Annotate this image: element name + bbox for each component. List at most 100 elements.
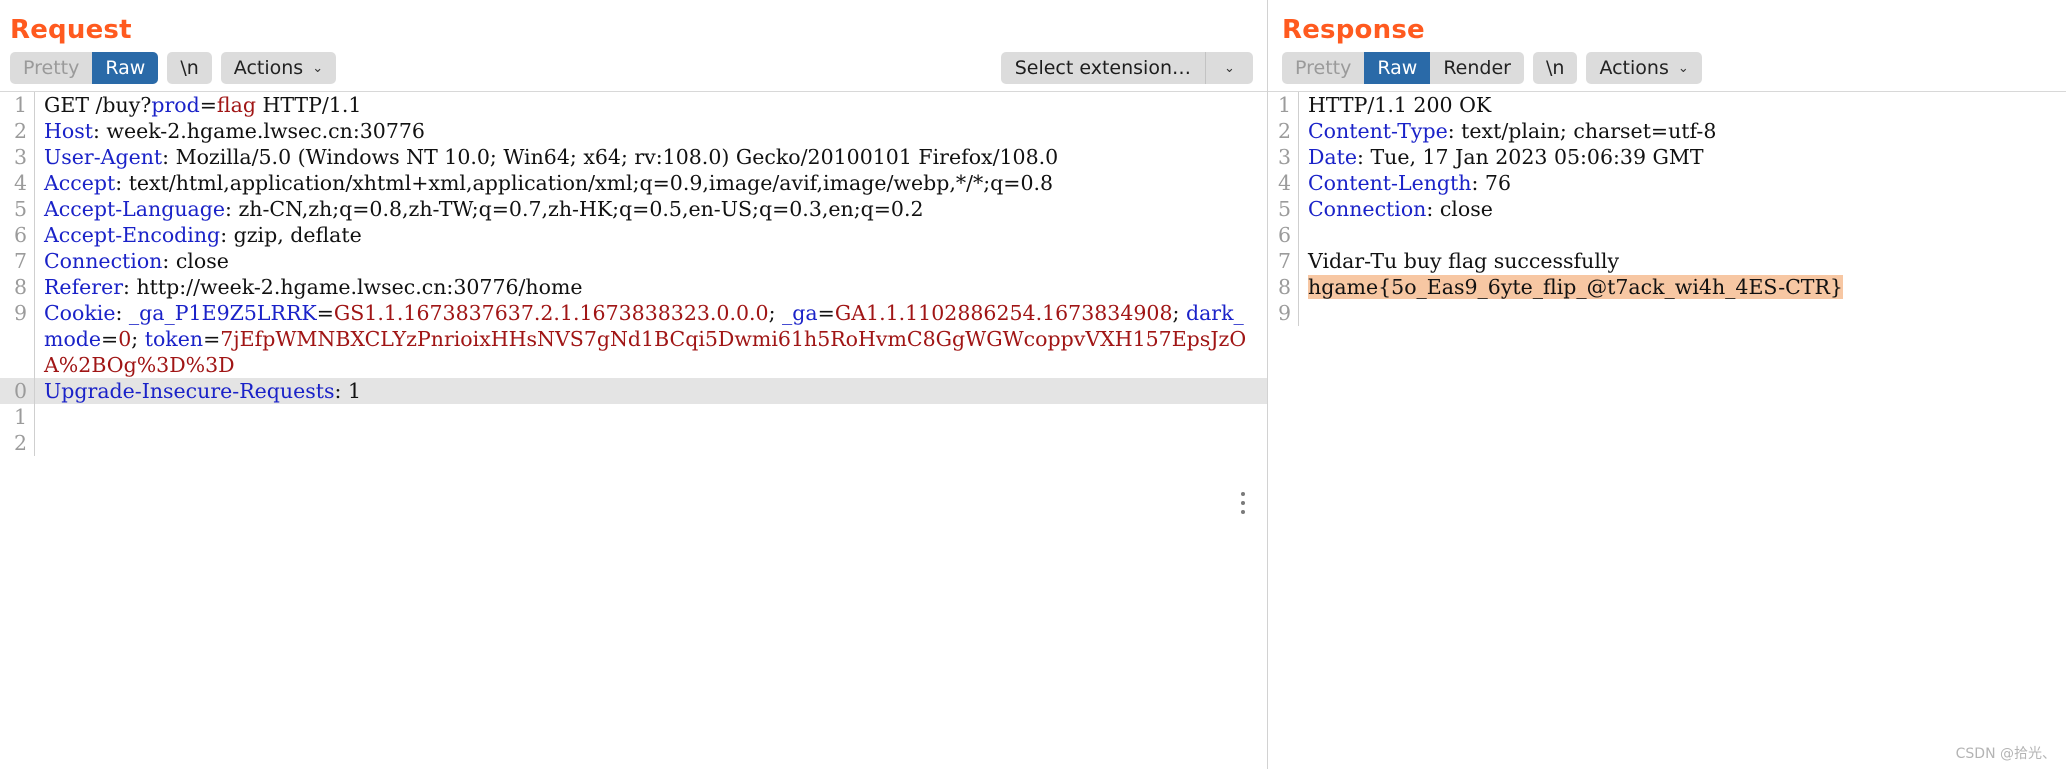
code-token: Vidar-Tu buy flag successfully <box>1308 249 1620 273</box>
code-line-text[interactable]: User-Agent: Mozilla/5.0 (Windows NT 10.0… <box>35 144 1267 170</box>
code-line-text[interactable]: Upgrade-Insecure-Requests: 1 <box>35 378 1267 404</box>
code-line-text[interactable]: Vidar-Tu buy flag successfully <box>1299 248 2066 274</box>
code-token: _ga <box>782 301 818 325</box>
code-line: 8 Referer: http://week-2.hgame.lwsec.cn:3… <box>0 274 1267 300</box>
response-actions-button[interactable]: Actions ⌄ <box>1586 52 1702 84</box>
code-line-text[interactable]: hgame{5o_Eas9_6yte_flip_@t7ack_wi4h_4ES-… <box>1299 274 2066 300</box>
code-line: 3 User-Agent: Mozilla/5.0 (Windows NT 10.… <box>0 144 1267 170</box>
code-token: _ga_P1E9Z5LRRK <box>128 301 317 325</box>
line-number: 1 <box>13 93 27 117</box>
code-line-text[interactable] <box>35 404 1267 430</box>
line-number: 2 <box>1277 119 1291 143</box>
extension-select[interactable]: Select extension… ⌄ <box>1000 52 1253 84</box>
response-panel: Response Pretty Raw Render \n Actions ⌄ … <box>1268 0 2066 769</box>
line-number: 8 <box>13 275 27 299</box>
code-line-text[interactable]: Referer: http://week-2.hgame.lwsec.cn:30… <box>35 274 1267 300</box>
line-number: 5 <box>13 197 27 221</box>
response-line-list: 1 HTTP/1.1 200 OK 2 Content-Type: text/plai… <box>1268 92 2066 326</box>
request-toolbar: Pretty Raw \n Actions ⌄ Select extension… <box>0 46 1267 91</box>
request-line-list: 1 GET /buy?prod=flag HTTP/1.1 2 Host: week-… <box>0 92 1267 456</box>
code-token: GA1.1.1102886254.1673834908 <box>834 301 1173 325</box>
response-tab-pretty[interactable]: Pretty <box>1282 52 1364 84</box>
code-line-text[interactable]: Accept: text/html,application/xhtml+xml,… <box>35 170 1267 196</box>
code-token: Connection <box>1308 197 1427 221</box>
code-line: 2 <box>0 430 1267 456</box>
request-panel-title: Request <box>10 15 132 45</box>
extension-select-value: Select extension… <box>1014 57 1191 79</box>
code-token: hgame{5o_Eas9_6yte_flip_@t7ack_wi4h_4ES-… <box>1308 275 1843 299</box>
code-line-text[interactable]: Content-Type: text/plain; charset=utf-8 <box>1299 118 2066 144</box>
code-line: 4 Content-Length: 76 <box>1268 170 2066 196</box>
response-toolbar: Pretty Raw Render \n Actions ⌄ <box>1268 46 2066 91</box>
code-line-text[interactable]: HTTP/1.1 200 OK <box>1299 92 2066 118</box>
line-number: 2 <box>13 431 27 455</box>
code-line-text[interactable]: Accept-Encoding: gzip, deflate <box>35 222 1267 248</box>
code-token: = <box>203 327 221 351</box>
code-line-text[interactable]: Connection: close <box>1299 196 2066 222</box>
code-token: Connection <box>44 249 163 273</box>
code-line: 9 Cookie: _ga_P1E9Z5LRRK=GS1.1.1673837637… <box>0 300 1267 378</box>
code-line: 5 Connection: close <box>1268 196 2066 222</box>
code-token: : text/plain; charset=utf-8 <box>1447 119 1717 143</box>
request-newline-button[interactable]: \n <box>167 52 212 84</box>
code-token: Referer <box>44 275 124 299</box>
code-line-text[interactable]: Accept-Language: zh-CN,zh;q=0.8,zh-TW;q=… <box>35 196 1267 222</box>
code-line-text[interactable]: Host: week-2.hgame.lwsec.cn:30776 <box>35 118 1267 144</box>
response-view-tabs: Pretty Raw Render <box>1282 52 1524 84</box>
code-token: : week-2.hgame.lwsec.cn:30776 <box>92 119 425 143</box>
code-token: flag <box>216 93 256 117</box>
code-line-text[interactable] <box>1299 222 2066 248</box>
code-token: Cookie <box>44 301 116 325</box>
code-token: : http://week-2.hgame.lwsec.cn:30776/hom… <box>123 275 583 299</box>
request-tab-raw[interactable]: Raw <box>92 52 159 84</box>
request-tab-pretty[interactable]: Pretty <box>10 52 92 84</box>
code-line: 1 HTTP/1.1 200 OK <box>1268 92 2066 118</box>
code-token: = <box>199 93 217 117</box>
code-token: Content-Length <box>1308 171 1472 195</box>
code-token: Accept-Language <box>44 197 226 221</box>
line-number: 6 <box>13 223 27 247</box>
code-line: 9 <box>1268 300 2066 326</box>
code-line: 4 Accept: text/html,application/xhtml+xml… <box>0 170 1267 196</box>
line-number: 9 <box>13 301 27 325</box>
code-line-text[interactable]: GET /buy?prod=flag HTTP/1.1 <box>35 92 1267 118</box>
response-code-area[interactable]: 1 HTTP/1.1 200 OK 2 Content-Type: text/plai… <box>1268 91 2066 731</box>
code-line-text[interactable] <box>1299 300 2066 326</box>
request-code-area[interactable]: 1 GET /buy?prod=flag HTTP/1.1 2 Host: week-… <box>0 91 1267 731</box>
code-token: = <box>101 327 119 351</box>
code-token: : zh-CN,zh;q=0.8,zh-TW;q=0.7,zh-HK;q=0.5… <box>225 197 924 221</box>
drag-handle-dots-icon[interactable] <box>1241 492 1245 514</box>
line-number: 5 <box>1277 197 1291 221</box>
code-token: : 76 <box>1471 171 1511 195</box>
code-line: 5 Accept-Language: zh-CN,zh;q=0.8,zh-TW;q… <box>0 196 1267 222</box>
response-tab-raw[interactable]: Raw <box>1364 52 1431 84</box>
line-number: 2 <box>13 119 27 143</box>
code-line-text[interactable]: Content-Length: 76 <box>1299 170 2066 196</box>
request-view-tabs: Pretty Raw <box>10 52 159 84</box>
code-token: : close <box>1426 197 1493 221</box>
code-line: 1 GET /buy?prod=flag HTTP/1.1 <box>0 92 1267 118</box>
code-line-text[interactable]: Connection: close <box>35 248 1267 274</box>
code-line-text[interactable]: Date: Tue, 17 Jan 2023 05:06:39 GMT <box>1299 144 2066 170</box>
response-tab-render[interactable]: Render <box>1430 52 1524 84</box>
line-number: 6 <box>1277 223 1291 247</box>
code-token: 7jEfpWMNBXCLYzPnrioixHHsNVS7gNd1BCqi5Dwm… <box>44 327 1247 377</box>
code-line-text[interactable] <box>35 430 1267 456</box>
line-number: 7 <box>1277 249 1291 273</box>
line-number: 9 <box>1277 301 1291 325</box>
code-line: 3 Date: Tue, 17 Jan 2023 05:06:39 GMT <box>1268 144 2066 170</box>
response-newline-button[interactable]: \n <box>1532 52 1578 84</box>
code-line: 1 <box>0 404 1267 430</box>
code-line: 7 Connection: close <box>0 248 1267 274</box>
request-actions-button[interactable]: Actions ⌄ <box>220 52 337 84</box>
code-token: : close <box>162 249 229 273</box>
code-token: = <box>316 301 334 325</box>
code-line: 0 Upgrade-Insecure-Requests: 1 <box>0 378 1267 404</box>
line-number: 1 <box>13 405 27 429</box>
code-line: 8 hgame{5o_Eas9_6yte_flip_@t7ack_wi4h_4ES… <box>1268 274 2066 300</box>
code-token: User-Agent <box>44 145 163 169</box>
code-line-text[interactable]: Cookie: _ga_P1E9Z5LRRK=GS1.1.1673837637.… <box>35 300 1267 378</box>
code-token: Accept-Encoding <box>44 223 221 247</box>
code-token: : 1 <box>334 379 361 403</box>
code-token: Date <box>1308 145 1358 169</box>
